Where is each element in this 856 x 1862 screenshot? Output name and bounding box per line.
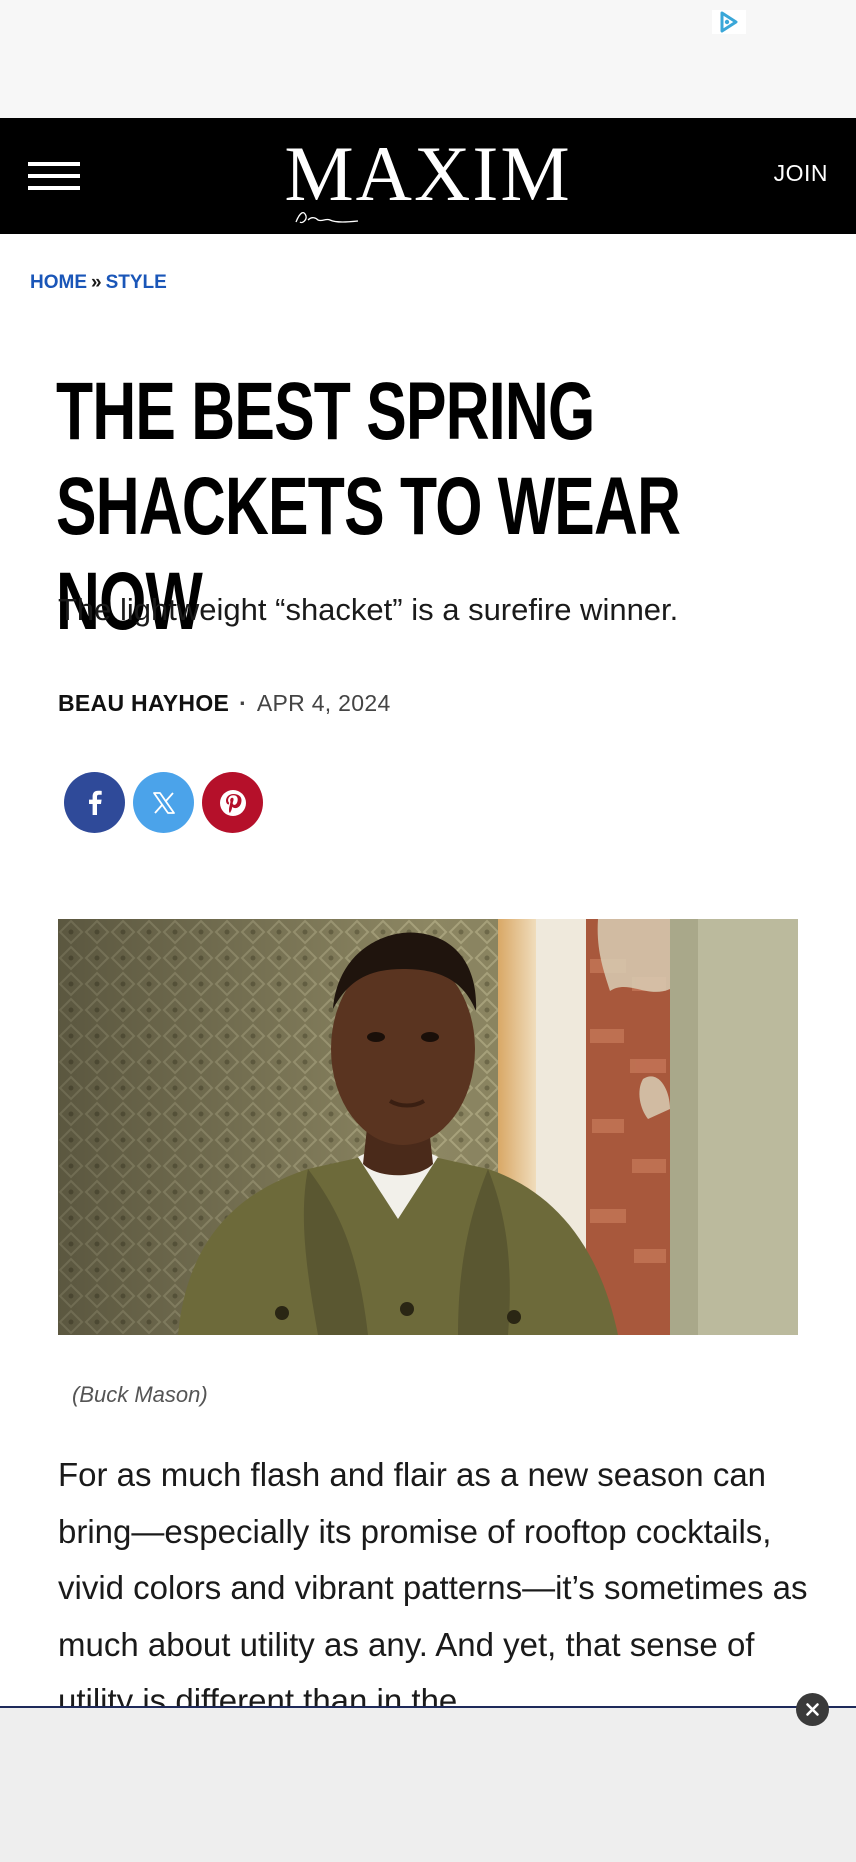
share-buttons — [64, 772, 263, 833]
logo-text: MAXIM — [284, 130, 572, 217]
join-link[interactable]: JOIN — [774, 160, 828, 187]
breadcrumb-home-link[interactable]: HOME — [30, 272, 87, 293]
pinterest-share-button[interactable] — [202, 772, 263, 833]
breadcrumb-separator: » — [91, 272, 102, 293]
site-logo[interactable]: MAXIM — [284, 130, 572, 226]
facebook-share-button[interactable] — [64, 772, 125, 833]
close-ad-button[interactable] — [796, 1693, 829, 1726]
pinterest-icon — [219, 789, 246, 816]
bottom-ad-banner[interactable] — [0, 1706, 856, 1862]
image-caption: (Buck Mason) — [72, 1382, 208, 1407]
menu-icon[interactable] — [28, 162, 80, 190]
publish-date: APR 4, 2024 — [256, 690, 391, 716]
logo-script-mark — [295, 212, 359, 224]
article-dek: The lightweight “shacket” is a surefire … — [58, 592, 679, 627]
headline-line-1: THE BEST SPRING — [56, 366, 595, 457]
hero-image — [58, 919, 798, 1335]
site-header: MAXIM JOIN — [0, 118, 856, 234]
facebook-icon — [88, 790, 102, 815]
man-in-shacket-photo — [58, 919, 798, 1335]
x-share-button[interactable] — [133, 772, 194, 833]
author-link[interactable]: BEAU HAYHOE — [58, 690, 229, 717]
top-ad-banner[interactable] — [0, 0, 856, 118]
breadcrumb-style-link[interactable]: STYLE — [106, 272, 167, 293]
close-icon — [806, 1703, 819, 1716]
byline-separator: · — [239, 690, 247, 716]
x-icon — [152, 791, 175, 814]
byline: BEAU HAYHOE · APR 4, 2024 — [58, 690, 391, 717]
breadcrumb: HOME» STYLE — [30, 272, 167, 294]
ad-choices-icon[interactable] — [712, 10, 746, 34]
article-body-paragraph: For as much flash and flair as a new sea… — [58, 1456, 808, 1707]
